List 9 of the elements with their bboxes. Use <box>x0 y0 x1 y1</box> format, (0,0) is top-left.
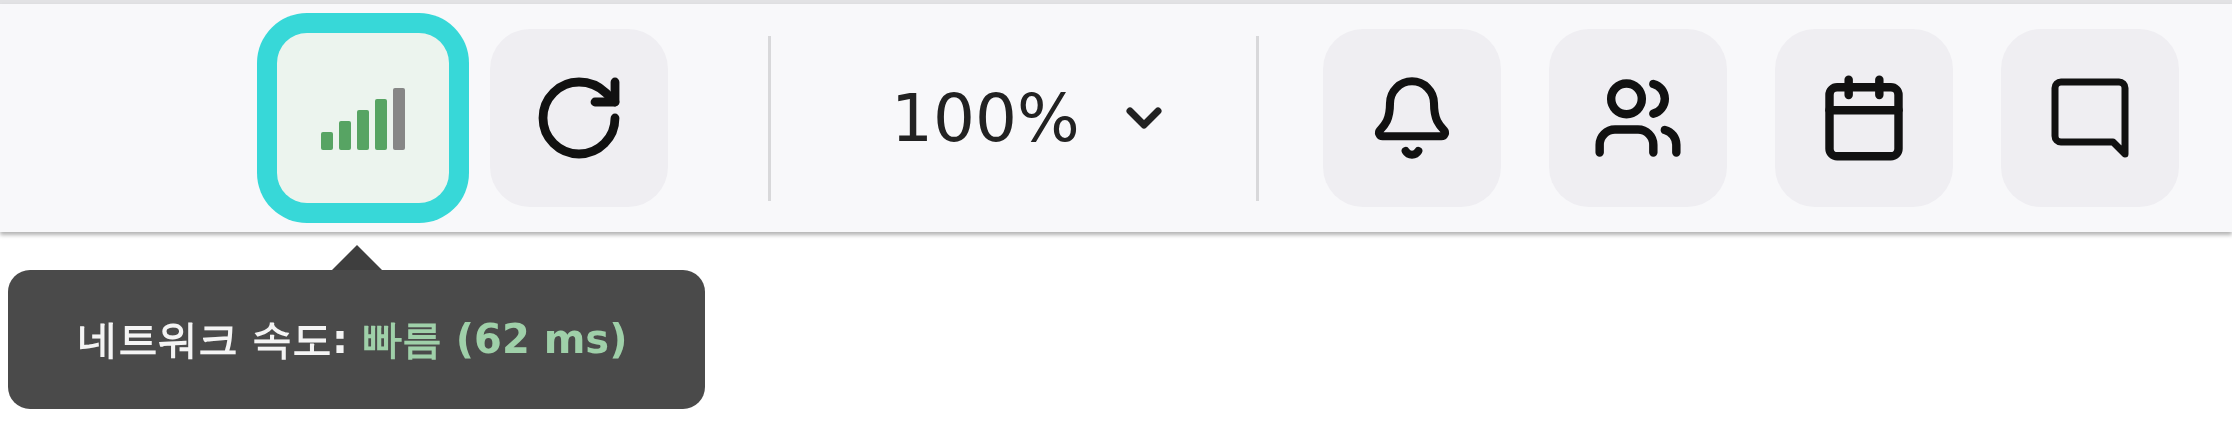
chat-button[interactable] <box>2000 29 2179 207</box>
refresh-button[interactable] <box>490 29 668 207</box>
signal-bars-icon <box>321 86 405 150</box>
notifications-button[interactable] <box>1322 29 1501 207</box>
calendar-button[interactable] <box>1774 29 1953 207</box>
chat-bubble-icon <box>2050 78 2129 158</box>
tooltip-text: 네트워크 속도: 빠름 (62 ms) <box>78 315 628 364</box>
zoom-dropdown[interactable]: 100% <box>891 79 1172 157</box>
people-button[interactable] <box>1548 29 1727 207</box>
